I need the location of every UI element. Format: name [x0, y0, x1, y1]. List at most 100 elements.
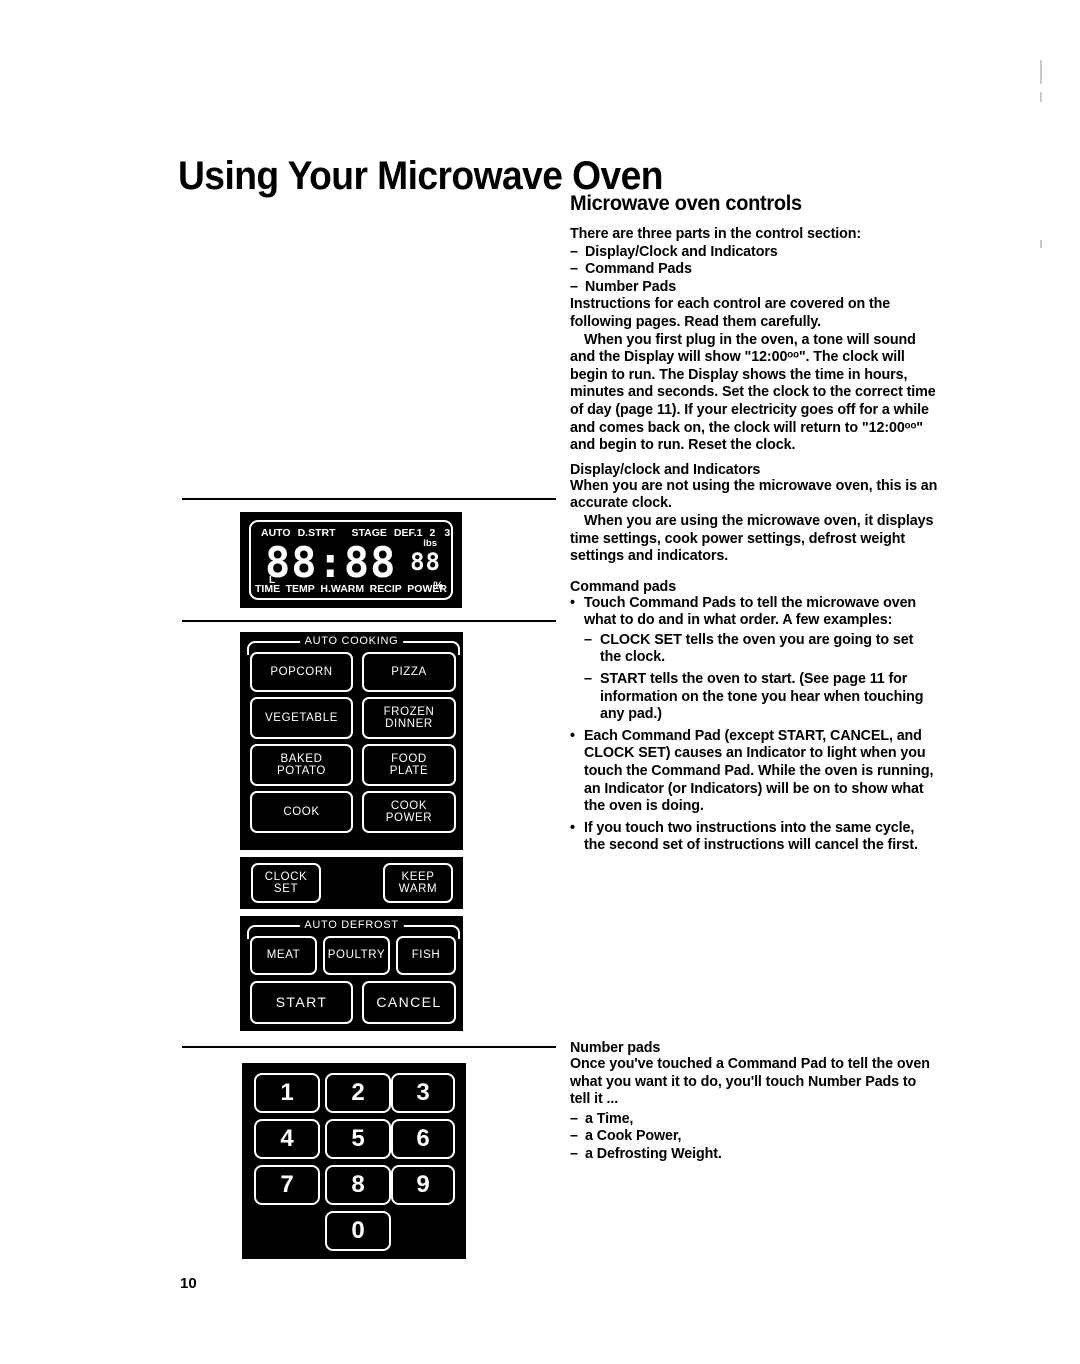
numkey-3-label: 3 [416, 1079, 430, 1106]
numkey-9[interactable]: 9 [391, 1165, 455, 1205]
number-item-0: – a Time, [570, 1111, 938, 1129]
numkey-4-label: 4 [280, 1125, 294, 1152]
numkey-2-label: 2 [351, 1079, 365, 1106]
command-sub-2: – START tells the oven to start. (See pag… [584, 671, 938, 724]
indicator-power: POWER [407, 582, 447, 595]
indicator-3: 3 [444, 526, 451, 539]
number-pad-group: 1 2 3 4 5 6 7 8 9 0 [242, 1063, 466, 1259]
pad-cancel[interactable]: CANCEL [362, 981, 456, 1024]
lcd-frame: AUTO D.STRT STAGE DEF.1 2 3 88:88 L 88 l… [249, 520, 453, 600]
dash-glyph: – [570, 1145, 578, 1162]
pad-meat-label: MEAT [266, 949, 301, 962]
lcd-lbs-label: lbs [423, 538, 437, 549]
pad-frozen-dinner-label: FROZEN DINNER [384, 706, 435, 731]
pad-popcorn-label: POPCORN [270, 665, 333, 678]
intro-item-1: – Command Pads [570, 261, 938, 279]
registration-mark-top [1040, 60, 1042, 84]
indicator-auto: AUTO [261, 526, 291, 539]
pad-clock-set-label: CLOCK SET [265, 871, 308, 896]
numkey-5-label: 5 [351, 1125, 365, 1152]
numkey-6[interactable]: 6 [391, 1119, 455, 1159]
auto-cooking-pad-group: AUTO COOKING POPCORN PIZZA VEGETABLE FRO… [240, 632, 463, 850]
indicator-hwarm: H.WARM [320, 582, 365, 595]
auto-defrost-pad-group: AUTO DEFROST MEAT POULTRY FISH START CAN… [240, 916, 463, 1031]
intro-para-2: When you first plug in the oven, a tone … [570, 331, 936, 454]
numkey-0[interactable]: 0 [325, 1211, 391, 1251]
dash-glyph: – [570, 1128, 578, 1145]
auto-cooking-label: AUTO COOKING [299, 635, 404, 647]
indicator-def1: DEF.1 [393, 526, 423, 539]
intro-item-list: – Display/Clock and Indicators – Command P… [570, 244, 938, 297]
dash-glyph: – [584, 631, 592, 648]
pad-fish[interactable]: FISH [396, 936, 456, 975]
dash-glyph: – [570, 261, 578, 278]
pad-keep-warm-line2: WARM [398, 883, 438, 895]
pad-pizza[interactable]: PIZZA [362, 652, 456, 692]
dash-glyph: – [570, 243, 578, 260]
pad-vegetable-label: VEGETABLE [265, 711, 338, 724]
pad-baked-potato-label: BAKED POTATO [277, 753, 326, 778]
numkey-3[interactable]: 3 [391, 1073, 455, 1113]
numkey-2[interactable]: 2 [325, 1073, 391, 1113]
command-bullet-2-label: Each Command Pad (except START, CANCEL, … [584, 727, 934, 815]
numkey-8[interactable]: 8 [325, 1165, 391, 1205]
intro-para-1: Instructions for each control are covere… [570, 296, 891, 330]
intro-item-2: – Number Pads [570, 279, 938, 297]
pad-vegetable[interactable]: VEGETABLE [250, 697, 353, 739]
numkey-1[interactable]: 1 [254, 1073, 320, 1113]
indicator-2: 2 [429, 526, 436, 539]
pad-cook-power[interactable]: COOK POWER [362, 791, 456, 833]
command-sub-1-label: CLOCK SET tells the oven you are going t… [600, 631, 914, 666]
pad-poultry[interactable]: POULTRY [323, 936, 390, 975]
intro-item-0-label: Display/Clock and Indicators [585, 243, 778, 260]
pad-baked-potato[interactable]: BAKED POTATO [250, 744, 353, 786]
numkey-7-label: 7 [280, 1171, 294, 1198]
pad-keep-warm[interactable]: KEEP WARM [383, 863, 453, 903]
numkey-8-label: 8 [351, 1171, 365, 1198]
command-sub-2-label: START tells the oven to start. (See page… [600, 671, 924, 723]
indicator-stage: STAGE [351, 526, 387, 539]
pad-baked-potato-line2: POTATO [277, 765, 326, 777]
pad-cook-label: COOK [283, 805, 320, 818]
pad-meat[interactable]: MEAT [250, 936, 317, 975]
body-text-column: Microwave oven controls There are three … [570, 192, 938, 857]
numkey-5[interactable]: 5 [325, 1119, 391, 1159]
pad-start-label: START [275, 994, 328, 1011]
pad-cook[interactable]: COOK [250, 791, 353, 833]
lcd-bottom-indicators: TIME TEMP H.WARM RECIP POWER [255, 582, 447, 595]
pad-cancel-label: CANCEL [376, 994, 442, 1011]
numkey-1-label: 1 [280, 1079, 294, 1106]
number-item-1-label: a Cook Power, [585, 1128, 682, 1145]
dash-glyph: – [570, 278, 578, 295]
pad-food-plate-line1: FOOD [391, 752, 427, 765]
indicator-dstrt: D.STRT [297, 526, 336, 539]
number-pads-text-block: Number pads Once you've touched a Comman… [570, 1040, 938, 1164]
pad-food-plate[interactable]: FOOD PLATE [362, 744, 456, 786]
number-item-2-label: a Defrosting Weight. [585, 1145, 722, 1162]
bullet-glyph: • [570, 594, 575, 611]
number-item-0-label: a Time, [585, 1110, 634, 1127]
pad-clock-set[interactable]: CLOCK SET [251, 863, 321, 903]
pad-cook-power-line1: COOK [390, 799, 428, 812]
pad-frozen-dinner[interactable]: FROZEN DINNER [362, 697, 456, 739]
numkey-0-label: 0 [351, 1217, 365, 1244]
pad-popcorn[interactable]: POPCORN [250, 652, 353, 692]
display-para-2: When you are using the microwave oven, i… [570, 512, 934, 565]
clock-keepwarm-pad-group: CLOCK SET KEEP WARM [240, 857, 463, 909]
command-bullet-2: • Each Command Pad (except START, CANCEL… [570, 728, 938, 816]
numkey-4[interactable]: 4 [254, 1119, 320, 1159]
divider-rule-3 [182, 1046, 556, 1048]
pad-start[interactable]: START [250, 981, 353, 1024]
auto-defrost-label: AUTO DEFROST [299, 919, 404, 931]
display-clock-illustration: AUTO D.STRT STAGE DEF.1 2 3 88:88 L 88 l… [240, 512, 462, 608]
pad-baked-potato-line1: BAKED [280, 752, 323, 765]
numkey-7[interactable]: 7 [254, 1165, 320, 1205]
indicator-temp: TEMP [285, 582, 315, 595]
lcd-segment-area: 88:88 L 88 lbs % [261, 538, 443, 592]
pad-keep-warm-label: KEEP WARM [399, 871, 437, 896]
indicator-time: TIME [255, 582, 281, 595]
pad-clock-set-line1: CLOCK [264, 870, 308, 883]
pad-pizza-label: PIZZA [391, 665, 427, 678]
pad-frozen-dinner-line1: FROZEN [383, 705, 435, 718]
divider-rule-2 [182, 620, 556, 622]
